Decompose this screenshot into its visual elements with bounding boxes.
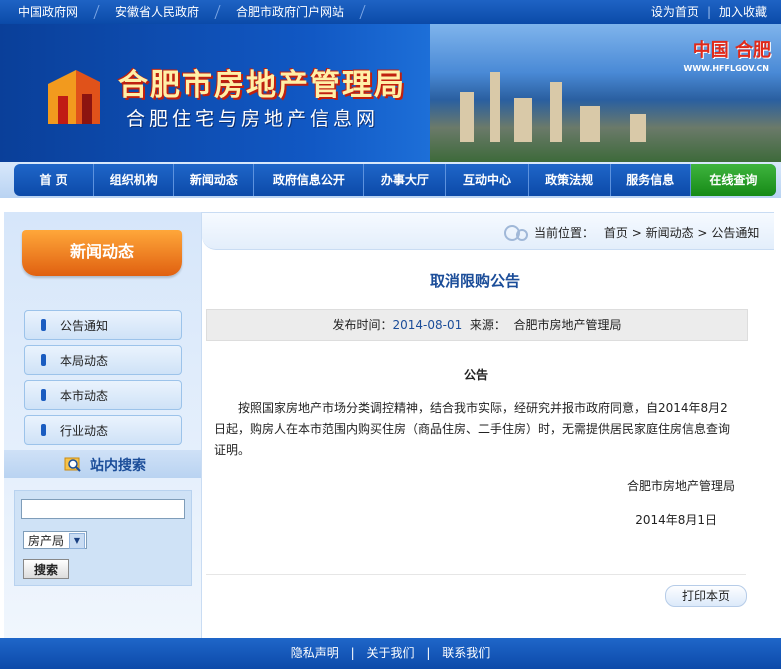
sidebar-item-label: 本市动态 — [60, 388, 109, 403]
notice-date: 2014年8月1日 — [635, 513, 717, 527]
publish-date: 2014-08-01 — [392, 318, 463, 332]
chevron-down-icon: ▼ — [69, 533, 85, 549]
bullet-icon — [41, 389, 46, 401]
about-link[interactable]: 关于我们 — [366, 646, 414, 660]
sidebar-item-label: 行业动态 — [60, 423, 109, 438]
divider — [206, 574, 746, 575]
print-button[interactable]: 打印本页 — [665, 585, 747, 607]
notice-body: 按照国家房地产市场分类调控精神，结合我市实际，经研究并报市政府同意，自2014年… — [214, 401, 731, 457]
sidebar-item-announcements[interactable]: 公告通知 — [24, 310, 182, 340]
search-icon — [64, 457, 81, 472]
breadcrumb-current[interactable]: 公告通知 — [711, 226, 759, 240]
privacy-link[interactable]: 隐私声明 — [291, 646, 339, 660]
site-title: 合肥市房地产管理局 — [118, 68, 406, 103]
search-scope-select[interactable]: 房产局 ▼ — [23, 531, 87, 549]
site-search-header: 站内搜索 — [4, 450, 201, 478]
link-china-gov[interactable]: 中国政府网 — [0, 0, 96, 24]
bullet-icon — [41, 319, 46, 331]
sidebar-item-label: 本局动态 — [60, 353, 109, 368]
nav-online-query[interactable]: 在线查询 — [690, 164, 776, 196]
bullet-icon — [41, 354, 46, 366]
nav-news[interactable]: 新闻动态 — [174, 164, 255, 196]
nav-organization[interactable]: 组织机构 — [94, 164, 175, 196]
site-url: WWW.HFFLGOV.CN — [683, 64, 770, 73]
main-nav: 首 页 组织机构 新闻动态 政府信息公开 办事大厅 互动中心 政策法规 服务信息… — [0, 162, 781, 198]
breadcrumb-label: 当前位置： — [534, 226, 595, 240]
sidebar-heading: 新闻动态 — [22, 230, 182, 276]
sidebar-item-city-news[interactable]: 本市动态 — [24, 380, 182, 410]
article-meta: 发布时间：2014-08-01 来源： 合肥市房地产管理局 — [206, 309, 748, 341]
breadcrumb-decor-icon — [516, 229, 528, 241]
link-hefei-portal[interactable]: 合肥市政府门户网站 — [218, 0, 362, 24]
search-panel: 房产局 ▼ 搜索 — [14, 490, 192, 586]
sidebar: 新闻动态 公告通知 本局动态 本市动态 行业动态 站内搜索 房产局 ▼ 搜索 — [4, 212, 202, 638]
source-label: 来源： — [469, 318, 506, 332]
search-scope-value: 房产局 — [28, 534, 65, 548]
sidebar-item-industry-news[interactable]: 行业动态 — [24, 415, 182, 445]
nav-home[interactable]: 首 页 — [14, 164, 95, 196]
breadcrumb: 当前位置： 首页 > 新闻动态 > 公告通知 — [202, 212, 774, 250]
site-subtitle: 合肥住宅与房地产信息网 — [126, 108, 380, 130]
date-label: 发布时间： — [332, 318, 393, 332]
gov-links: 中国政府网 安徽省人民政府 合肥市政府门户网站 — [0, 0, 366, 24]
nav-policies[interactable]: 政策法规 — [529, 164, 611, 196]
header-banner: 合肥市房地产管理局 合肥住宅与房地产信息网 中国 合肥 WWW.HFFLGOV.… — [0, 24, 781, 162]
breadcrumb-sep: > — [631, 226, 642, 240]
search-input[interactable] — [21, 499, 185, 519]
notice-signature: 合肥市房地产管理局 — [626, 479, 735, 493]
sidebar-menu: 公告通知 本局动态 本市动态 行业动态 — [24, 310, 182, 450]
bureau-logo-icon — [48, 70, 100, 124]
article-title: 取消限购公告 — [429, 272, 520, 290]
set-homepage-link[interactable]: 设为首页 — [651, 0, 699, 24]
separator: | — [426, 646, 431, 660]
breadcrumb-news[interactable]: 新闻动态 — [646, 226, 694, 240]
breadcrumb-home[interactable]: 首页 — [604, 226, 628, 240]
nav-service-hall[interactable]: 办事大厅 — [364, 164, 447, 196]
separator: | — [350, 646, 355, 660]
top-bar: 中国政府网 安徽省人民政府 合肥市政府门户网站 设为首页 | 加入收藏 — [0, 0, 781, 24]
separator: | — [706, 5, 711, 19]
china-hefei-label: 中国 合肥 — [692, 40, 771, 61]
top-right-links: 设为首页 | 加入收藏 — [651, 0, 767, 24]
add-favorite-link[interactable]: 加入收藏 — [719, 0, 767, 24]
footer: 隐私声明 | 关于我们 | 联系我们 — [0, 638, 781, 669]
site-search-title: 站内搜索 — [90, 458, 146, 474]
contact-link[interactable]: 联系我们 — [442, 646, 490, 660]
link-anhui-gov[interactable]: 安徽省人民政府 — [97, 0, 217, 24]
search-button[interactable]: 搜索 — [23, 559, 69, 579]
sidebar-item-bureau-news[interactable]: 本局动态 — [24, 345, 182, 375]
notice-heading: 公告 — [463, 368, 488, 382]
breadcrumb-sep: > — [697, 226, 708, 240]
nav-service-info[interactable]: 服务信息 — [611, 164, 691, 196]
bullet-icon — [41, 424, 46, 436]
sidebar-item-label: 公告通知 — [60, 318, 109, 333]
source-value: 合肥市房地产管理局 — [513, 318, 622, 332]
nav-gov-info[interactable]: 政府信息公开 — [254, 164, 365, 196]
nav-interaction[interactable]: 互动中心 — [446, 164, 529, 196]
